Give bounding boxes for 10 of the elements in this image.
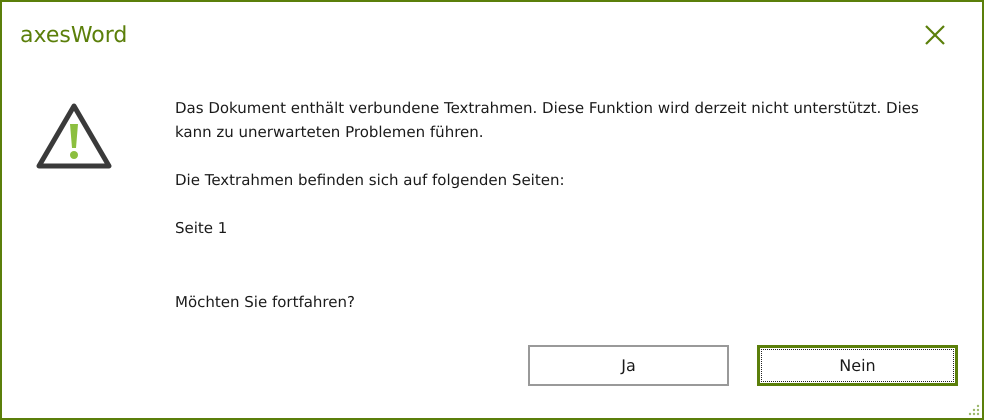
dialog-button[interactable]: Nein xyxy=(757,345,958,386)
question-text: Möchten Sie fortfahren? xyxy=(175,292,356,313)
message-text: Das Dokument enthält verbundene Textrahmen. Diese Funktion wird derzeit nicht unterstützt. Dies kann zu unerwarteten Problemen führen. xyxy=(175,98,920,143)
message-text: Seite 1 xyxy=(175,218,228,239)
warning-icon xyxy=(35,102,113,170)
window-title: axesWord xyxy=(20,22,128,48)
resize-grip-icon[interactable] xyxy=(968,404,980,416)
dialog-button[interactable]: Ja xyxy=(528,345,729,386)
message-text: Die Textrahmen befinden sich auf folgenden Seiten: xyxy=(175,170,566,191)
close-icon[interactable] xyxy=(924,24,946,46)
